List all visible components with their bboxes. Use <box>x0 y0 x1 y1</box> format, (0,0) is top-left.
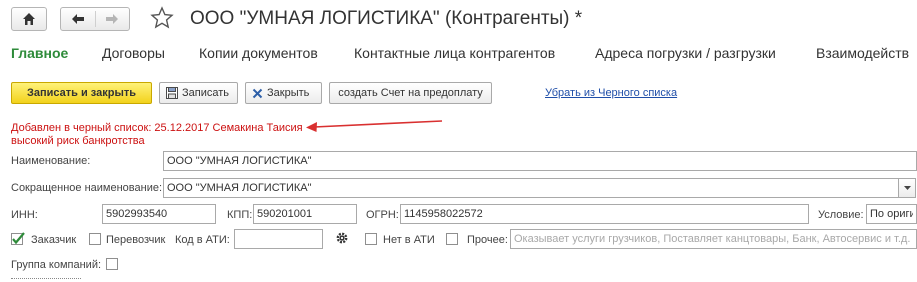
tab-addresses[interactable]: Адреса погрузки / разгрузки <box>595 45 776 61</box>
create-invoice-button[interactable]: создать Счет на предоплату <box>329 82 492 104</box>
star-icon <box>150 6 174 29</box>
other-input[interactable] <box>510 229 917 249</box>
close-label: Закрыть <box>267 87 310 99</box>
ogrn-label: ОГРН: <box>366 209 399 221</box>
floppy-icon <box>166 87 178 99</box>
favorite-button[interactable] <box>150 6 174 30</box>
bankruptcy-risk-alert: высокий риск банкротства <box>11 135 145 147</box>
other-label: Прочее: <box>467 234 508 246</box>
kpp-label: КПП: <box>227 209 253 221</box>
tab-contracts[interactable]: Договоры <box>102 45 165 61</box>
tab-interactions[interactable]: Взаимодейств <box>816 45 909 61</box>
annotation-arrow <box>306 120 443 132</box>
remove-from-blacklist-link[interactable]: Убрать из Черного списка <box>545 87 677 99</box>
company-group-checkbox[interactable] <box>106 258 118 270</box>
tab-document-copies[interactable]: Копии документов <box>199 45 318 61</box>
arrow-left-icon <box>71 14 84 24</box>
ati-code-label: Код в АТИ: <box>175 234 230 246</box>
forward-button[interactable] <box>95 13 129 25</box>
arrow-right-icon <box>106 14 119 24</box>
customer-checkbox[interactable] <box>10 231 26 247</box>
home-icon <box>23 13 35 25</box>
save-label: Записать <box>182 87 230 99</box>
other-checkbox[interactable] <box>446 233 458 245</box>
ogrn-input[interactable] <box>400 204 809 224</box>
kpp-input[interactable] <box>253 204 357 224</box>
name-label: Наименование: <box>11 155 91 167</box>
short-name-label: Сокращенное наименование: <box>11 182 163 194</box>
gear-icon[interactable] <box>335 231 349 245</box>
window-title: ООО "УМНАЯ ЛОГИСТИКА" (Контрагенты) * <box>190 8 583 29</box>
save-and-close-label: Записать и закрыть <box>26 87 137 99</box>
carrier-label: Перевозчик <box>106 234 166 246</box>
chevron-down-icon <box>903 186 911 190</box>
condition-label: Условие: <box>818 209 864 221</box>
ati-code-input[interactable] <box>234 229 323 249</box>
tab-contact-persons[interactable]: Контактные лица контрагентов <box>354 45 555 61</box>
short-name-dropdown-button[interactable] <box>898 178 916 198</box>
inn-label: ИНН: <box>11 209 38 221</box>
not-in-ati-checkbox[interactable] <box>365 233 377 245</box>
save-and-close-button[interactable]: Записать и закрыть <box>11 82 152 104</box>
close-button[interactable]: Закрыть <box>245 82 322 104</box>
condition-input[interactable] <box>866 204 917 224</box>
carrier-checkbox[interactable] <box>89 233 101 245</box>
back-button[interactable] <box>61 13 95 25</box>
close-icon <box>252 88 263 99</box>
home-button[interactable] <box>11 7 47 31</box>
create-invoice-label: создать Счет на предоплату <box>338 87 483 99</box>
customer-label: Заказчик <box>31 234 77 246</box>
company-group-label: Группа компаний: <box>11 259 102 271</box>
save-button[interactable]: Записать <box>159 82 238 104</box>
inn-input[interactable] <box>102 204 216 224</box>
history-nav <box>60 7 130 31</box>
blacklist-alert: Добавлен в черный список: 25.12.2017 Сем… <box>11 122 303 134</box>
tab-main[interactable]: Главное <box>11 45 68 61</box>
not-in-ati-label: Нет в АТИ <box>383 234 435 246</box>
clipped-row <box>11 278 81 282</box>
name-input[interactable] <box>163 151 917 171</box>
short-name-input[interactable] <box>163 178 899 198</box>
